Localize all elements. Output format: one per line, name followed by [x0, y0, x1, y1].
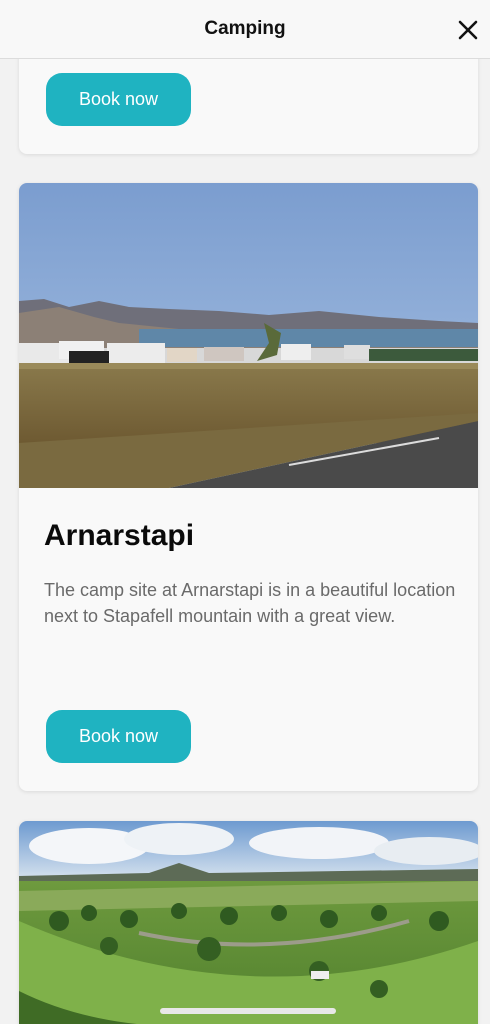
close-icon[interactable]: [458, 20, 478, 40]
page-title: Camping: [204, 18, 286, 39]
campsite-photo: [19, 821, 478, 1024]
campsite-card-arnarstapi: Arnarstapi The camp site at Arnarstapi i…: [19, 183, 478, 791]
book-now-button[interactable]: Book now: [46, 710, 191, 763]
book-now-button[interactable]: Book now: [46, 73, 191, 126]
campsite-card: [19, 821, 478, 1024]
campsite-description: The camp site at Arnarstapi is in a beau…: [44, 580, 456, 626]
home-indicator: [160, 1008, 336, 1014]
top-bar: Camping: [0, 0, 490, 59]
campsite-title: Arnarstapi: [44, 519, 195, 552]
campsite-photo: [19, 183, 478, 488]
